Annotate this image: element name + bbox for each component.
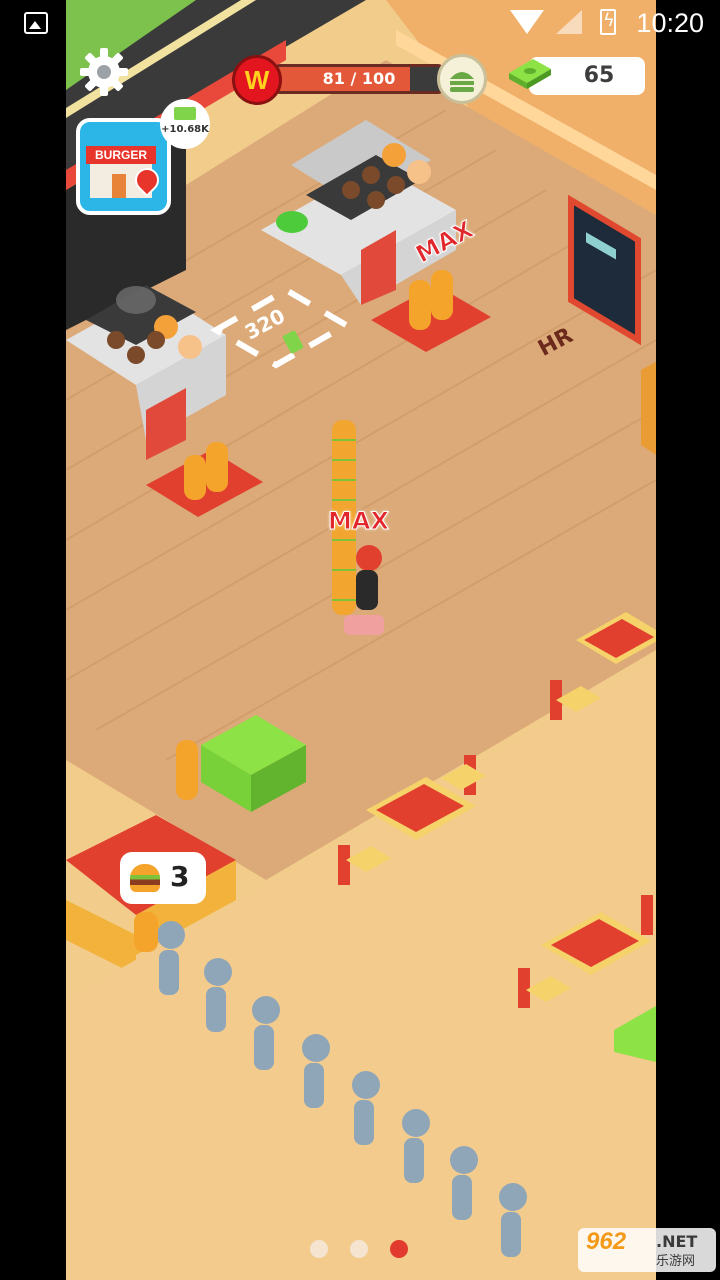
status-bar: 10:20 (0, 0, 720, 50)
signal-icon (556, 10, 582, 34)
progress-text: 81 / 100 (322, 69, 396, 88)
watermark-sub: 乐游网 (656, 1254, 696, 1269)
burger-icon (130, 864, 160, 892)
progress-track: 81 / 100 (274, 64, 444, 94)
page-dot[interactable] (350, 1240, 368, 1258)
status-time: 10:20 (636, 8, 704, 38)
player-max-label: MAX (328, 507, 390, 536)
income-bubble[interactable]: +10.68K (160, 99, 210, 149)
watermark-brand: 962 (586, 1228, 627, 1255)
burger-icon (437, 54, 487, 104)
cash-stack-icon (509, 59, 551, 89)
page-dot-active[interactable] (390, 1240, 408, 1258)
battery-charging-icon (600, 9, 616, 35)
wifi-icon (510, 10, 544, 34)
money-counter: 65 (507, 53, 647, 99)
image-icon (24, 12, 48, 34)
gear-icon[interactable] (78, 46, 130, 98)
counter-burger-count: 3 (170, 860, 190, 893)
shop-button[interactable]: BURGER (76, 118, 171, 215)
page-dot[interactable] (310, 1240, 328, 1258)
page-indicator (310, 1240, 430, 1262)
brand-logo-icon: W (232, 55, 282, 105)
cash-icon (174, 107, 196, 120)
watermark-domain: .NET (656, 1232, 698, 1251)
income-value: +10.68K (161, 124, 209, 135)
door-icon (112, 174, 126, 198)
watermark: 962 .NET 乐游网 (578, 1228, 716, 1272)
counter-burger-badge: 3 (120, 852, 206, 904)
shop-label: BURGER (86, 146, 156, 164)
level-progress: 81 / 100 W (232, 54, 487, 105)
